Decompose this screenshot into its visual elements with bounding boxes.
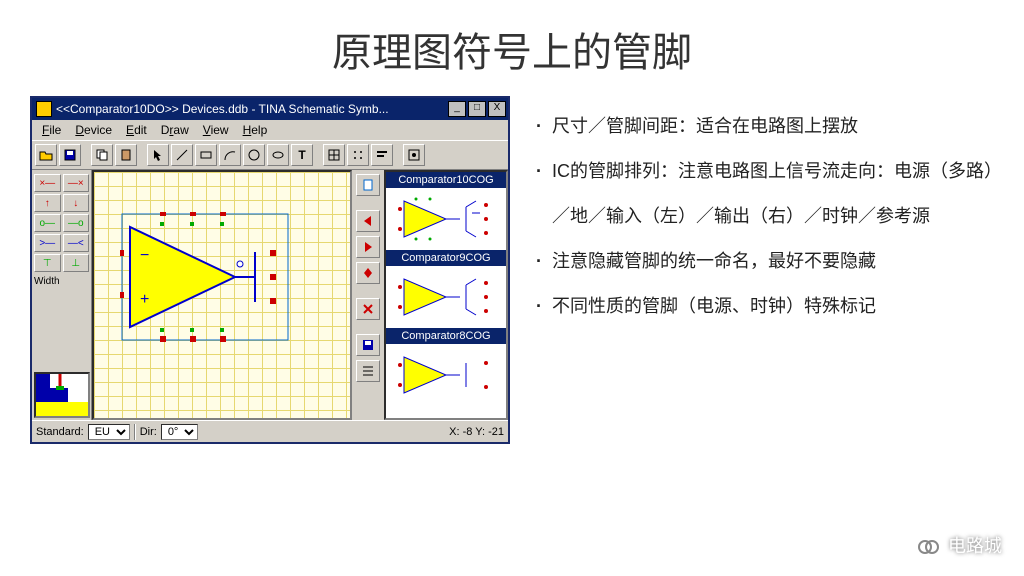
list-item[interactable]: Comparator10COG	[386, 172, 506, 188]
titlebar: <<Comparator10DO>> Devices.ddb - TINA Sc…	[32, 98, 508, 120]
list-item[interactable]: Comparator9COG	[386, 250, 506, 266]
list-item[interactable]: Comparator8COG	[386, 328, 506, 344]
menu-file[interactable]: File	[36, 122, 67, 138]
standard-label: Standard:	[36, 426, 84, 438]
pin-down[interactable]: ↓	[63, 194, 90, 212]
preview-pane	[34, 372, 90, 418]
doc-button[interactable]	[356, 174, 380, 196]
line-button[interactable]	[171, 144, 193, 166]
svg-text:−: −	[140, 247, 149, 264]
watermark-text: 电路城	[948, 532, 1002, 558]
width-label: Width	[34, 274, 89, 292]
snap-button[interactable]	[347, 144, 369, 166]
menubar: File Device Edit Draw View Help	[32, 120, 508, 140]
list-button[interactable]	[356, 360, 380, 382]
pin-inv-right[interactable]: —o	[63, 214, 90, 232]
menu-view[interactable]: View	[197, 122, 235, 138]
menu-device[interactable]: Device	[69, 122, 118, 138]
watermark: 电路城	[914, 532, 1002, 558]
arrow-both-button[interactable]	[356, 262, 380, 284]
copy-button[interactable]	[91, 144, 113, 166]
align-button[interactable]	[371, 144, 393, 166]
savesym-button[interactable]	[356, 334, 380, 356]
slide-title: 原理图符号上的管脚	[0, 0, 1024, 96]
ellipse-button[interactable]	[267, 144, 289, 166]
standard-select[interactable]: EU	[88, 424, 130, 440]
component-thumb	[390, 268, 502, 326]
pin-pwr-down[interactable]: ⊥	[63, 254, 90, 272]
component-thumb	[390, 346, 502, 404]
component-list[interactable]: Comparator10COG Comparator9COG Comparato…	[384, 170, 508, 420]
pin-clk-left[interactable]: >—	[34, 234, 61, 252]
pin-pwr-up[interactable]: ⊤	[34, 254, 61, 272]
dir-select[interactable]: 0°	[161, 424, 198, 440]
menu-help[interactable]: Help	[237, 122, 274, 138]
circle-button[interactable]	[243, 144, 265, 166]
rect-button[interactable]	[195, 144, 217, 166]
paste-button[interactable]	[115, 144, 137, 166]
toolbar: T	[32, 140, 508, 170]
delete-button[interactable]	[356, 298, 380, 320]
open-button[interactable]	[35, 144, 57, 166]
pin-clk-right[interactable]: —<	[63, 234, 90, 252]
wechat-icon	[914, 532, 940, 558]
svg-text:+: +	[140, 291, 149, 308]
pin-up[interactable]: ↑	[34, 194, 61, 212]
pin-inv-left[interactable]: o—	[34, 214, 61, 232]
pointer-button[interactable]	[147, 144, 169, 166]
bullet-item: IC的管脚排列：注意电路图上信号流走向：电源（多路）／地／输入（左）／输出（右）…	[536, 149, 994, 239]
arrow-right-button[interactable]	[356, 236, 380, 258]
window-title: <<Comparator10DO>> Devices.ddb - TINA Sc…	[56, 102, 446, 116]
maximize-button[interactable]: □	[468, 101, 486, 117]
statusbar: Standard: EU Dir: 0° X: -8 Y: -21	[32, 420, 508, 442]
side-toolbar	[352, 170, 384, 420]
save-button[interactable]	[59, 144, 81, 166]
app-icon	[36, 101, 52, 117]
bullet-item: 注意隐藏管脚的统一命名，最好不要隐藏	[536, 239, 994, 284]
dir-label: Dir:	[140, 426, 157, 438]
menu-draw[interactable]: Draw	[155, 122, 195, 138]
props-button[interactable]	[403, 144, 425, 166]
schematic-symbol[interactable]: − +	[120, 212, 290, 342]
canvas[interactable]: − +	[92, 170, 352, 420]
pin-left[interactable]: ×—	[34, 174, 61, 192]
minimize-button[interactable]: _	[448, 101, 466, 117]
app-window: <<Comparator10DO>> Devices.ddb - TINA Sc…	[30, 96, 510, 444]
bullet-list: 尺寸／管脚间距：适合在电路图上摆放 IC的管脚排列：注意电路图上信号流走向：电源…	[536, 96, 994, 444]
pin-right[interactable]: —×	[63, 174, 90, 192]
menu-edit[interactable]: Edit	[120, 122, 153, 138]
component-thumb	[390, 190, 502, 248]
arc-button[interactable]	[219, 144, 241, 166]
text-button[interactable]: T	[291, 144, 313, 166]
bullet-item: 不同性质的管脚（电源、时钟）特殊标记	[536, 284, 994, 329]
arrow-left-button[interactable]	[356, 210, 380, 232]
bullet-item: 尺寸／管脚间距：适合在电路图上摆放	[536, 104, 994, 149]
coords-display: X: -8 Y: -21	[449, 426, 504, 438]
close-button[interactable]: X	[488, 101, 506, 117]
grid-button[interactable]	[323, 144, 345, 166]
